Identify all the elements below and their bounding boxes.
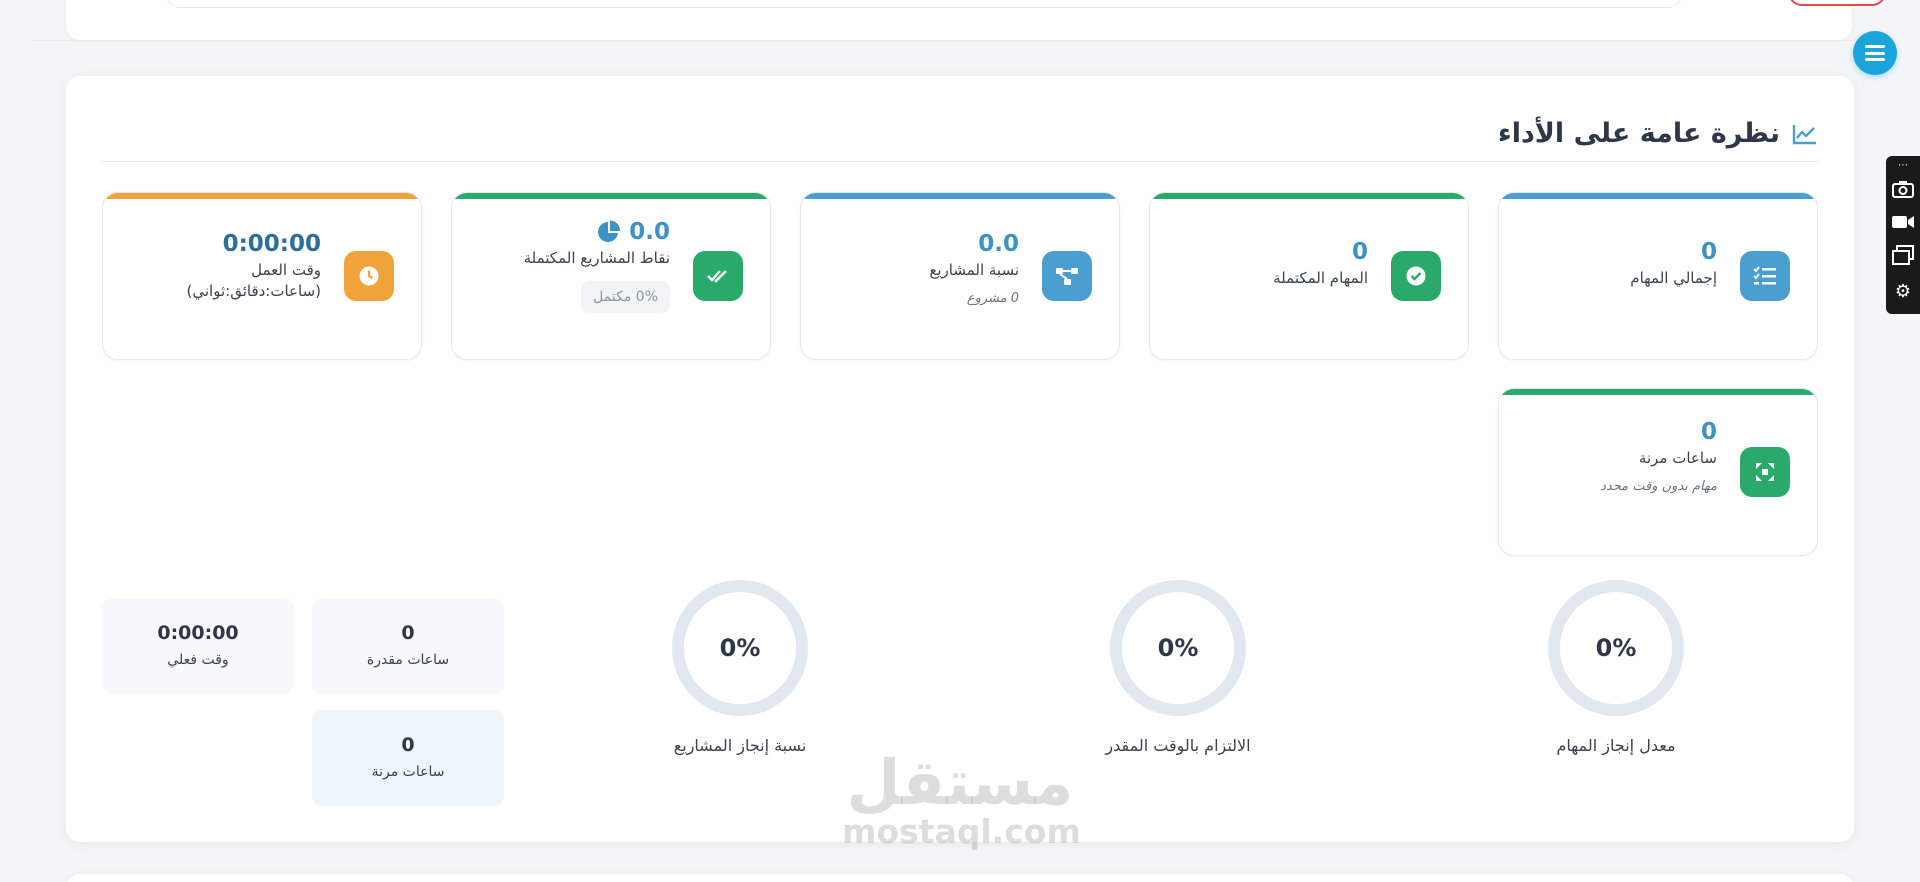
mini-value: 0 (401, 622, 415, 644)
stat-card-completed-project-points: 0.0 نقاط المشاريع المكتملة 0% مكتمل (451, 192, 771, 360)
stat-accent-bar (452, 193, 770, 199)
header-search-box[interactable] (166, 0, 1682, 8)
section-header: نظرة عامة على الأداء (102, 106, 1818, 162)
watermark-arabic: مستقل (846, 746, 1074, 819)
stat-label: وقت العمل (251, 261, 321, 279)
stat-card-work-time: 0:00:00 وقت العمل (ساعات:دقائق:ثواني) (102, 192, 422, 360)
mini-label: ساعات مقدرة (366, 652, 450, 668)
stat-value: 0:00:00 (222, 231, 321, 257)
header-divider (30, 40, 1852, 41)
stat-label: نقاط المشاريع المكتملة (523, 249, 670, 267)
top-header (66, 0, 1886, 40)
stat-card-completed-tasks: 0 المهام المكتملة (1149, 192, 1469, 360)
expand-arrows-icon (1740, 447, 1790, 497)
stat-accent-bar (103, 193, 421, 199)
stat-value: 0.0 (978, 231, 1019, 257)
stat-card-total-tasks: 0 إجمالي المهام (1498, 192, 1818, 360)
stat-label: المهام المكتملة (1273, 269, 1368, 287)
mini-value: 0:00:00 (157, 622, 239, 644)
stat-value: 0.0 (629, 219, 670, 245)
stat-card-projects-ratio: 0.0 نسبة المشاريع 0 مشروع (800, 192, 1120, 360)
progress-ring: 0% (1110, 580, 1246, 716)
stat-accent-bar (801, 193, 1119, 199)
circle-label: نسبة إنجاز المشاريع (673, 736, 807, 755)
stat-value-row: 0.0 (524, 217, 670, 247)
menu-toggle-button[interactable] (1853, 31, 1897, 75)
clock-icon (344, 251, 394, 301)
circle-time-commitment: 0% الالتزام بالوقت المقدر (1078, 580, 1278, 755)
stat-value: 0 (1700, 239, 1717, 265)
progress-ring: 0% (672, 580, 808, 716)
pie-chart-icon (598, 220, 621, 242)
mini-estimated-hours: 0 ساعات مقدرة (312, 598, 504, 694)
gear-icon[interactable]: ⚙ (1888, 280, 1918, 304)
side-toolbar: ⋯ ⚙ (1886, 156, 1920, 314)
menu-icon (1865, 45, 1885, 61)
next-section-card (66, 874, 1854, 882)
more-icon[interactable]: ⋯ (1888, 160, 1918, 172)
performance-overview-card: نظرة عامة على الأداء 0 إجمالي المهام 0 ا… (66, 76, 1854, 842)
camera-icon[interactable] (1888, 180, 1918, 205)
header-user-pill[interactable] (1788, 0, 1886, 6)
stat-label: إجمالي المهام (1630, 269, 1717, 287)
circle-label: معدل إنجاز المهام (1556, 736, 1676, 755)
stat-note: 0 مشروع (966, 291, 1019, 306)
stat-label: ساعات مرنة (1638, 449, 1717, 467)
watermark-latin: mostaql.com (842, 812, 1081, 851)
mini-label: ساعات مرنة (371, 764, 445, 780)
double-check-icon (693, 251, 743, 301)
mostaql-watermark: مستقل mostaql.com (842, 746, 1081, 851)
circle-label: الالتزام بالوقت المقدر (1105, 736, 1251, 755)
stat-accent-bar (1499, 389, 1817, 395)
section-title: نظرة عامة على الأداء (1497, 118, 1780, 149)
stat-note: مهام بدون وقت محدد (1600, 479, 1717, 494)
mini-actual-time: 0:00:00 وقت فعلي (102, 598, 294, 694)
check-circle-icon (1391, 251, 1441, 301)
circle-task-completion: 0% معدل إنجاز المهام (1516, 580, 1716, 755)
video-icon[interactable] (1888, 213, 1918, 237)
circle-project-completion: 0% نسبة إنجاز المشاريع (640, 580, 840, 755)
stat-sublabel: (ساعات:دقائق:ثواني) (186, 282, 321, 300)
mini-label: وقت فعلي (167, 652, 229, 668)
stat-accent-bar (1150, 193, 1468, 199)
stat-card-flex-hours: 0 ساعات مرنة مهام بدون وقت محدد (1498, 388, 1818, 556)
task-list-icon (1740, 251, 1790, 301)
progress-ring: 0% (1548, 580, 1684, 716)
project-diagram-icon (1042, 251, 1092, 301)
stat-label: نسبة المشاريع (929, 261, 1019, 279)
stat-value: 0 (1700, 419, 1717, 445)
mini-value: 0 (401, 734, 415, 756)
windows-icon[interactable] (1888, 245, 1918, 272)
stat-value: 0 (1351, 239, 1368, 265)
stat-accent-bar (1499, 193, 1817, 199)
chart-line-icon (1792, 124, 1816, 144)
completion-pill: 0% مكتمل (581, 281, 670, 313)
mini-flex-hours: 0 ساعات مرنة (312, 710, 504, 806)
